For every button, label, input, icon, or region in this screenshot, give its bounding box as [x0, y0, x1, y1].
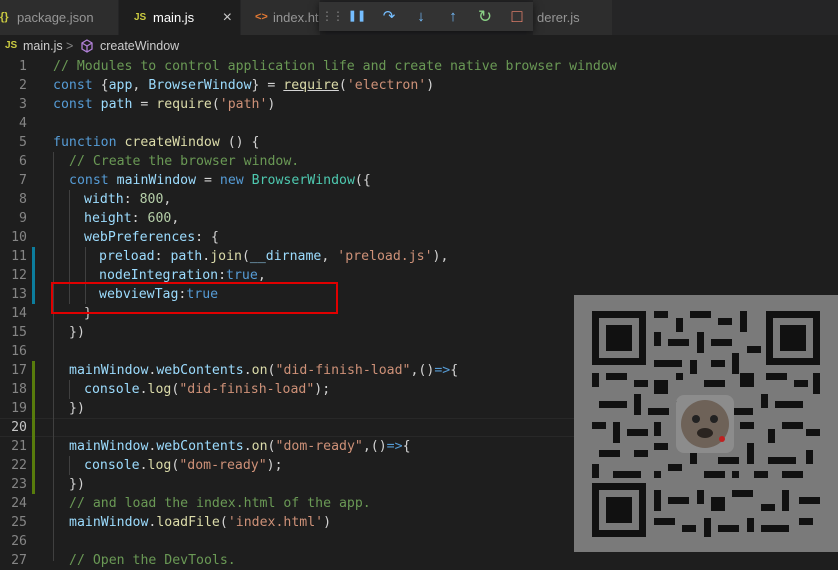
- code-line: function createWindow () {: [53, 135, 260, 150]
- tab-renderer-js[interactable]: derer.js: [533, 0, 613, 35]
- code-line: const {app, BrowserWindow} = require('el…: [53, 78, 435, 93]
- line-number: 16: [11, 344, 27, 359]
- line-number: 26: [11, 534, 27, 549]
- annotation-highlight-box: [51, 282, 338, 314]
- qr-code-overlay: [574, 295, 838, 552]
- html-file-icon: <>: [255, 11, 268, 23]
- step-out-icon[interactable]: ↑: [440, 2, 466, 31]
- breadcrumb-symbol[interactable]: createWindow: [100, 35, 179, 57]
- code-line: const mainWindow = new BrowserWindow({: [69, 173, 371, 188]
- js-file-icon: JS: [134, 12, 147, 23]
- line-number: 20: [11, 420, 27, 435]
- code-line: const path = require('path'): [53, 97, 276, 112]
- qr-code-icon: [592, 311, 820, 537]
- tab-label: derer.js: [537, 10, 580, 25]
- code-line: // Open the DevTools.: [69, 553, 236, 568]
- tab-package-json[interactable]: {} package.json: [0, 0, 119, 35]
- step-over-icon[interactable]: ↷: [376, 2, 402, 31]
- code-line: preload: path.join(__dirname, 'preload.j…: [99, 249, 449, 264]
- drag-handle-icon[interactable]: ⋮⋮: [321, 2, 344, 31]
- code-line: // Modules to control application life a…: [53, 59, 617, 74]
- restart-icon[interactable]: ↻: [472, 2, 498, 31]
- tab-label: package.json: [17, 10, 94, 25]
- code-line: // Create the browser window.: [69, 154, 300, 169]
- debug-toolbar: ⋮⋮ ❚❚ ↷ ↓ ↑ ↻ □: [319, 2, 533, 31]
- pause-icon[interactable]: ❚❚: [344, 2, 370, 31]
- close-icon[interactable]: ×: [223, 0, 232, 35]
- breadcrumb-separator: >: [66, 39, 74, 53]
- code-line: height: 600,: [84, 211, 180, 226]
- tab-label: main.js: [153, 10, 195, 25]
- step-into-icon[interactable]: ↓: [408, 2, 434, 31]
- json-file-icon: {}: [0, 11, 9, 23]
- tab-main-js[interactable]: JS main.js ×: [119, 0, 241, 35]
- tab-index-html[interactable]: <> index.ht: [241, 0, 321, 35]
- stop-icon[interactable]: □: [504, 2, 530, 31]
- code-line: width: 800,: [84, 192, 172, 207]
- breadcrumb-file[interactable]: main.js: [23, 35, 63, 57]
- tab-label: index.ht: [273, 10, 319, 25]
- code-line: webPreferences: {: [84, 230, 219, 245]
- js-file-icon: JS: [5, 40, 18, 51]
- breadcrumb: JS main.js > createWindow: [0, 35, 838, 57]
- line-number: 4: [19, 116, 27, 131]
